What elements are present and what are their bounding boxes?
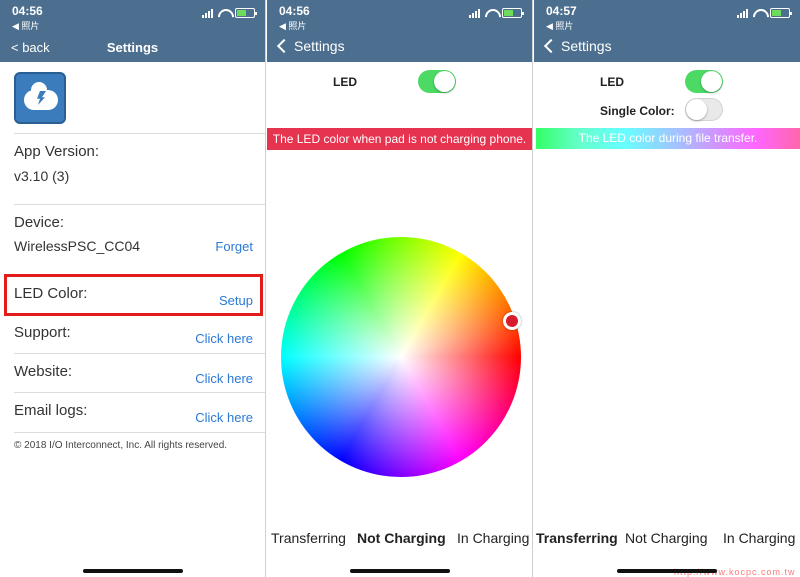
back-button[interactable]: Settings — [542, 38, 612, 54]
battery-icon — [502, 8, 524, 18]
color-picker-handle[interactable] — [503, 312, 521, 330]
led-toggle[interactable] — [418, 70, 456, 93]
divider — [14, 133, 265, 134]
led-description-banner: The LED color during file transfer. — [536, 128, 800, 149]
settings-panel: 04:56 ◀ 照片 < back Settings App Version: … — [0, 0, 266, 577]
app-logo-icon — [14, 72, 66, 124]
mode-not-charging[interactable]: Not Charging — [625, 530, 708, 546]
single-color-label: Single Color: — [600, 104, 675, 118]
divider — [14, 204, 265, 205]
divider — [14, 353, 265, 354]
led-label: LED — [333, 75, 357, 89]
led-color-label: LED Color: — [14, 285, 88, 302]
battery-icon — [770, 8, 792, 18]
chevron-left-icon — [276, 38, 292, 54]
nav-bar: Settings — [534, 33, 800, 62]
home-indicator[interactable] — [617, 569, 717, 573]
status-back-app[interactable]: ◀ 照片 — [279, 19, 306, 32]
website-link[interactable]: Click here — [195, 371, 253, 386]
back-button-label: Settings — [561, 38, 612, 54]
status-bar: 04:56 ◀ 照片 — [267, 0, 532, 33]
page-title: Settings — [106, 40, 159, 55]
signal-icon — [202, 8, 213, 18]
mode-in-charging[interactable]: In Charging — [457, 530, 529, 546]
wifi-icon — [485, 9, 497, 18]
device-label: Device: — [14, 214, 65, 231]
led-transfer-panel: 04:57 ◀ 照片 Settings LED Single Color: Th… — [534, 0, 800, 577]
wifi-icon — [218, 9, 230, 18]
mode-not-charging[interactable]: Not Charging — [357, 530, 446, 546]
status-time: 04:56 — [279, 4, 310, 18]
battery-icon — [235, 8, 257, 18]
status-time: 04:56 — [12, 4, 43, 18]
nav-bar: Settings — [267, 33, 532, 62]
status-back-app[interactable]: ◀ 照片 — [12, 19, 39, 32]
signal-icon — [469, 8, 480, 18]
support-label: Support: — [14, 324, 71, 341]
email-logs-link[interactable]: Click here — [195, 410, 253, 425]
led-setup-button[interactable]: Setup — [219, 293, 253, 308]
nav-bar: < back Settings — [0, 33, 265, 62]
status-time: 04:57 — [546, 4, 577, 18]
divider — [14, 432, 265, 433]
led-description-banner: The LED color when pad is not charging p… — [267, 128, 532, 150]
email-logs-label: Email logs: — [14, 402, 88, 419]
led-label: LED — [600, 75, 624, 89]
back-button-label: Settings — [294, 38, 345, 54]
home-indicator[interactable] — [82, 569, 183, 573]
mode-transferring[interactable]: Transferring — [536, 530, 618, 546]
app-version-label: App Version: — [14, 143, 100, 160]
back-button[interactable]: Settings — [275, 38, 345, 54]
led-setup-panel: 04:56 ◀ 照片 Settings LED The LED color wh… — [267, 0, 533, 577]
device-value: WirelessPSC_CC04 — [14, 238, 141, 254]
status-back-app[interactable]: ◀ 照片 — [546, 19, 573, 32]
website-label: Website: — [14, 363, 73, 380]
status-bar: 04:57 ◀ 照片 — [534, 0, 800, 33]
wifi-icon — [753, 9, 765, 18]
mode-in-charging[interactable]: In Charging — [723, 530, 795, 546]
signal-icon — [737, 8, 748, 18]
forget-button[interactable]: Forget — [215, 239, 253, 254]
divider — [14, 392, 265, 393]
mode-transferring[interactable]: Transferring — [271, 530, 346, 546]
support-link[interactable]: Click here — [195, 331, 253, 346]
chevron-left-icon — [543, 38, 559, 54]
color-wheel[interactable] — [281, 237, 521, 477]
single-color-toggle[interactable] — [685, 98, 723, 121]
home-indicator[interactable] — [349, 569, 450, 573]
copyright-text: © 2018 I/O Interconnect, Inc. All rights… — [14, 440, 228, 451]
app-version-value: v3.10 (3) — [14, 168, 70, 184]
status-bar: 04:56 ◀ 照片 — [0, 0, 265, 33]
led-toggle[interactable] — [685, 70, 723, 93]
